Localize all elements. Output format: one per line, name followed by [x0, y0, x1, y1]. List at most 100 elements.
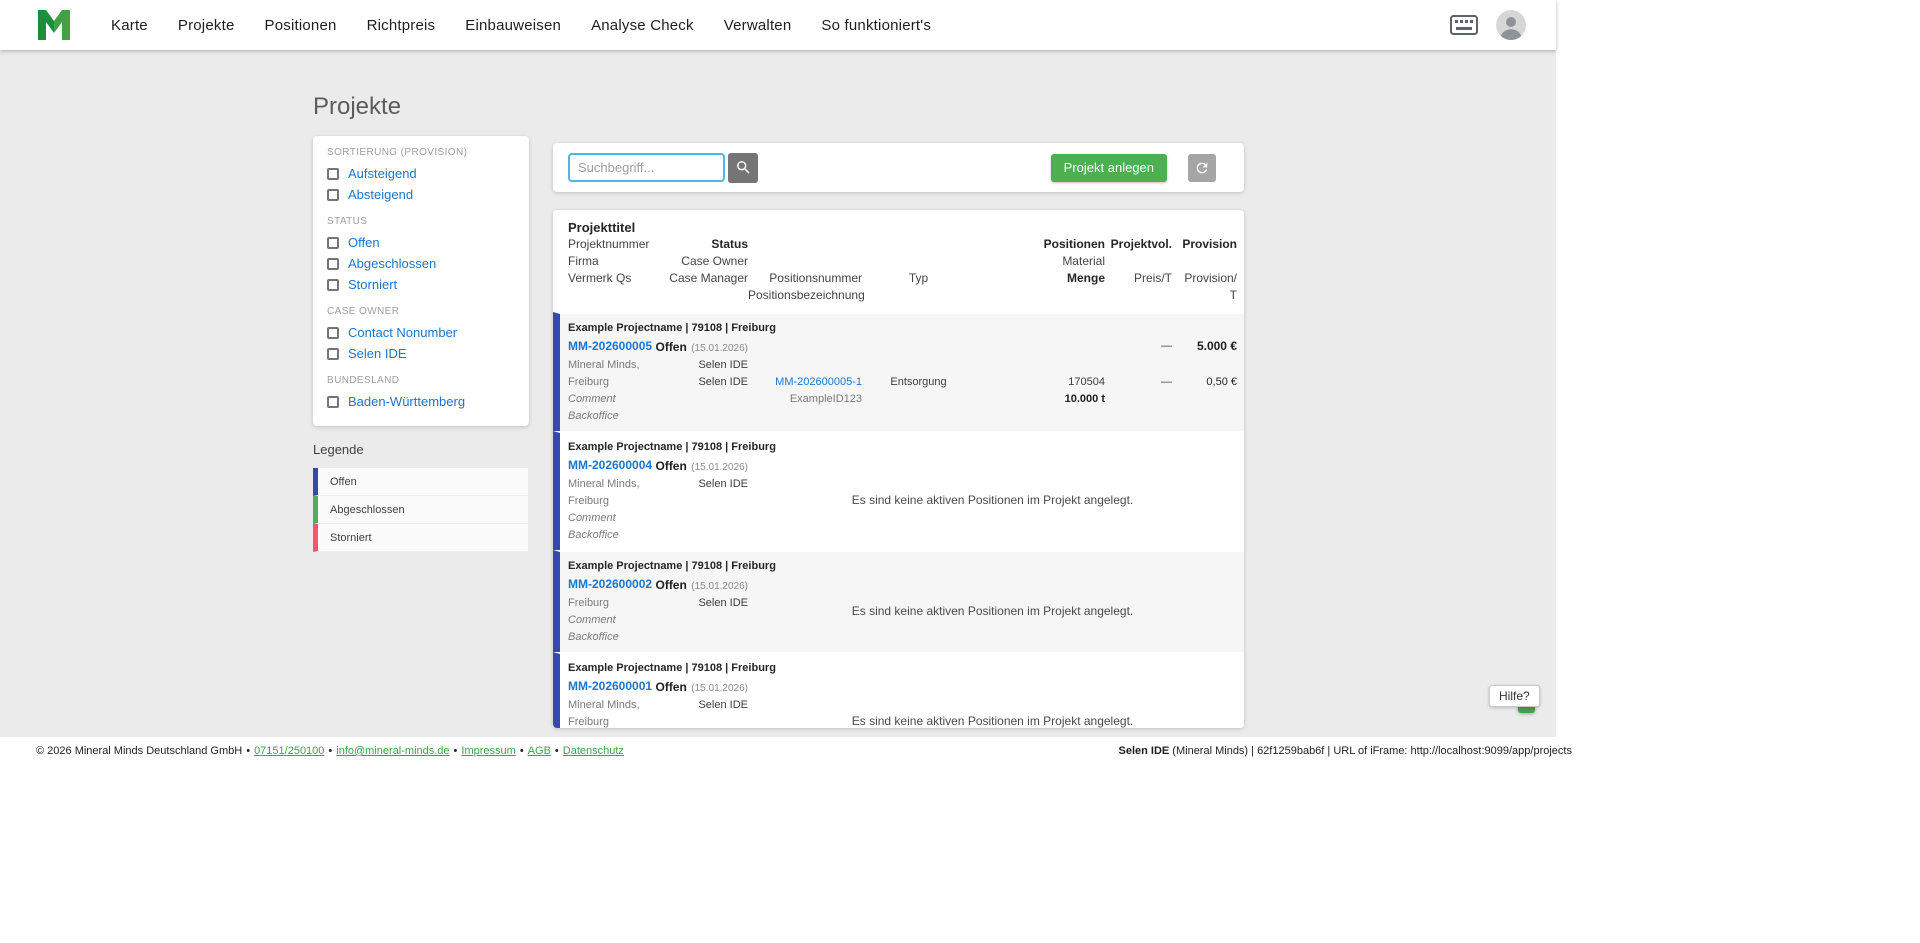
- case-owner: Selen IDE: [698, 699, 748, 711]
- project-status: Offen (15.01.2026): [648, 678, 748, 697]
- checkbox-icon[interactable]: [327, 188, 339, 201]
- status-text: Offen: [655, 340, 687, 354]
- no-positions-message: Es sind keine aktiven Positionen im Proj…: [851, 603, 1134, 618]
- checkbox-icon[interactable]: [327, 347, 339, 360]
- company-line: Freiburg: [568, 597, 609, 609]
- project-title: Example Projectname | 79108 | Freiburg: [568, 322, 776, 334]
- filter-option-aufsteigend[interactable]: Aufsteigend: [327, 163, 515, 184]
- project-number-link[interactable]: MM-202600005: [568, 338, 652, 357]
- legend-item-abgeschlossen: Abgeschlossen: [313, 496, 529, 524]
- legend-item-label: Storniert: [330, 531, 372, 544]
- filter-option-label: Abgeschlossen: [348, 256, 437, 271]
- nav-item-positionen[interactable]: Positionen: [250, 17, 352, 34]
- footer-agb-link[interactable]: AGB: [528, 745, 551, 757]
- legend: Legende Offen Abgeschlossen Storniert: [313, 442, 529, 552]
- footer-impressum-link[interactable]: Impressum: [461, 745, 515, 757]
- status-date: (15.01.2026): [691, 343, 748, 354]
- filter-option-label: Aufsteigend: [348, 166, 417, 181]
- create-project-button[interactable]: Projekt anlegen: [1050, 153, 1167, 182]
- magnifier-icon: [736, 161, 750, 174]
- project-number-link[interactable]: MM-202600004: [568, 457, 652, 476]
- nav-item-so-funktionierts[interactable]: So funktioniert's: [806, 17, 946, 34]
- company-line: Freiburg: [568, 716, 609, 728]
- checkbox-icon[interactable]: [327, 257, 339, 270]
- case-owner: Selen IDE: [698, 597, 748, 609]
- company-line: Freiburg: [568, 376, 609, 388]
- logo-m-icon: [38, 10, 70, 40]
- filter-section-bundesland: BUNDESLAND Baden-Württemberg: [327, 375, 515, 412]
- main-nav: Karte Projekte Positionen Richtpreis Ein…: [96, 17, 946, 34]
- project-status: Offen (15.01.2026): [648, 576, 748, 595]
- status-text: Offen: [655, 680, 687, 694]
- app-root: Karte Projekte Positionen Richtpreis Ein…: [0, 0, 1920, 943]
- projects-table: Projekttitel Projektnummer Status Positi…: [553, 210, 1244, 728]
- project-status: Offen (15.01.2026): [648, 338, 748, 357]
- help-button[interactable]: Hilfe?: [1489, 685, 1540, 707]
- nav-item-karte[interactable]: Karte: [96, 17, 163, 34]
- checkbox-icon[interactable]: [327, 395, 339, 408]
- legend-title: Legende: [313, 442, 364, 457]
- footer-datenschutz-link[interactable]: Datenschutz: [563, 745, 624, 757]
- filter-option-label: Contact Nonumber: [348, 325, 458, 340]
- no-positions-message: Es sind keine aktiven Positionen im Proj…: [851, 714, 1134, 728]
- project-row-4: Example Projectname | 79108 | Freiburg M…: [553, 652, 1244, 728]
- filter-option-contact-nonumber[interactable]: Contact Nonumber: [327, 322, 515, 343]
- filter-option-offen[interactable]: Offen: [327, 232, 515, 253]
- filter-option-baden-wuerttemberg[interactable]: Baden-Württemberg: [327, 391, 515, 412]
- position-preis: —: [1161, 376, 1172, 388]
- keyboard-icon[interactable]: [1450, 15, 1478, 35]
- checkbox-icon[interactable]: [327, 167, 339, 180]
- project-row-3: Example Projectname | 79108 | Freiburg M…: [553, 550, 1244, 652]
- col-header-menge: Menge: [1066, 271, 1105, 285]
- nav-item-richtpreis[interactable]: Richtpreis: [352, 17, 451, 34]
- filter-option-abgeschlossen[interactable]: Abgeschlossen: [327, 253, 515, 274]
- position-material: 170504: [1068, 376, 1105, 388]
- search-button[interactable]: [728, 152, 758, 183]
- position-typ: Entsorgung: [890, 376, 947, 388]
- project-number-link[interactable]: MM-202600001: [568, 678, 652, 697]
- app-logo[interactable]: [36, 10, 72, 40]
- filter-option-label: Baden-Württemberg: [348, 394, 466, 409]
- footer-separator: •: [453, 745, 458, 757]
- project-number-link[interactable]: MM-202600002: [568, 576, 652, 595]
- company-line: Mineral Minds,: [568, 359, 640, 371]
- checkbox-icon[interactable]: [327, 236, 339, 249]
- footer-phone-link[interactable]: 07151/250100: [254, 745, 324, 757]
- refresh-button[interactable]: [1188, 153, 1216, 182]
- footer-email-link[interactable]: info@mineral-minds.de: [336, 745, 449, 757]
- vermerk-note: Comment: [568, 614, 616, 626]
- user-avatar[interactable]: [1496, 10, 1526, 40]
- col-header-projekttitel: Projekttitel: [568, 220, 636, 235]
- footer-session-text: (Mineral Minds) | 62f1259bab6f | URL of …: [1169, 745, 1572, 757]
- position-number-link[interactable]: MM-202600005-1: [748, 374, 862, 391]
- status-date: (15.01.2026): [691, 581, 748, 592]
- position-menge: 10.000 t: [1064, 393, 1105, 405]
- nav-item-verwalten[interactable]: Verwalten: [709, 17, 807, 34]
- search-input[interactable]: [568, 153, 725, 182]
- checkbox-icon[interactable]: [327, 326, 339, 339]
- page-footer: © 2026 Mineral Minds Deutschland GmbH • 07…: [0, 737, 1920, 943]
- nav-item-analyse-check[interactable]: Analyse Check: [576, 17, 709, 34]
- filter-option-selen-ide[interactable]: Selen IDE: [327, 343, 515, 364]
- filter-option-storniert[interactable]: Storniert: [327, 274, 515, 295]
- col-header-positionen: Positionen: [1043, 237, 1105, 251]
- checkbox-icon[interactable]: [327, 278, 339, 291]
- filter-section-status: STATUS Offen Abgeschlossen Storniert: [327, 216, 515, 295]
- legend-item-storniert: Storniert: [313, 524, 529, 552]
- page-title: Projekte: [313, 93, 402, 120]
- vermerk-note: Backoffice: [568, 529, 619, 541]
- filter-option-absteigend[interactable]: Absteigend: [327, 184, 515, 205]
- filter-section-case-owner: CASE OWNER Contact Nonumber Selen IDE: [327, 306, 515, 364]
- vermerk-note: Comment: [568, 512, 616, 524]
- col-header-vermerk-qs: Vermerk Qs: [568, 271, 632, 285]
- footer-info: © 2026 Mineral Minds Deutschland GmbH • 07…: [36, 745, 624, 757]
- col-header-firma: Firma: [568, 254, 599, 268]
- footer-separator: •: [328, 745, 333, 757]
- nav-item-projekte[interactable]: Projekte: [163, 17, 250, 34]
- status-text: Offen: [655, 459, 687, 473]
- vermerk-note: Backoffice: [568, 631, 619, 643]
- filter-section-title: STATUS: [327, 216, 368, 227]
- project-provision-total: 5.000 €: [1196, 339, 1237, 353]
- nav-item-einbauweisen[interactable]: Einbauweisen: [450, 17, 576, 34]
- refresh-icon: [1196, 162, 1208, 173]
